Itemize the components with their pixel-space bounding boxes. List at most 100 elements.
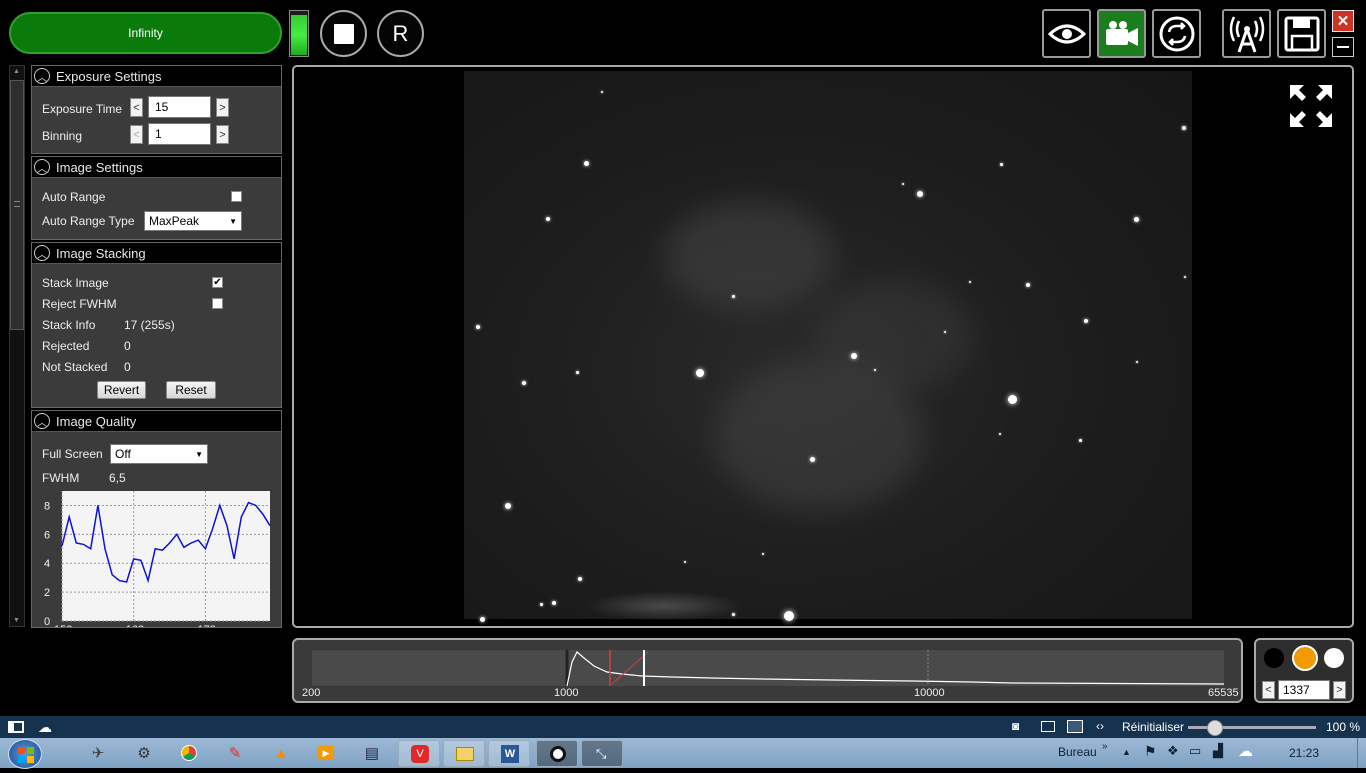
fwhm-label: FWHM xyxy=(42,471,80,485)
zoom-slider-thumb[interactable] xyxy=(1207,720,1223,736)
taskbar-item-camera-app[interactable] xyxy=(536,740,578,767)
code-icon[interactable]: ‹› xyxy=(1096,719,1104,733)
clock[interactable]: 21:23 xyxy=(1289,746,1319,760)
not-stacked-value: 0 xyxy=(124,360,131,374)
preview-button[interactable] xyxy=(1042,9,1091,58)
flag-icon[interactable]: ⚑ xyxy=(1144,743,1157,760)
white-point-button[interactable] xyxy=(1324,648,1344,668)
close-button[interactable]: ✕ xyxy=(1332,10,1354,32)
star xyxy=(552,601,556,605)
stack-image-checkbox[interactable]: ✔ xyxy=(212,277,223,288)
mid-point-button[interactable] xyxy=(1292,645,1318,671)
taskbar-item-word[interactable]: W xyxy=(488,740,530,767)
window-icon[interactable] xyxy=(1041,721,1055,732)
stretch-value-input[interactable]: 1337 xyxy=(1278,680,1330,700)
media-player-icon[interactable]: ▶ xyxy=(313,742,339,764)
video-camera-icon xyxy=(1105,20,1138,46)
histogram-plot[interactable] xyxy=(312,650,1225,687)
vivaldi-icon: V xyxy=(411,745,429,763)
reset-button[interactable]: Reset xyxy=(166,381,216,399)
show-desktop-button[interactable] xyxy=(1357,738,1366,768)
value-decrease-button[interactable]: < xyxy=(1262,681,1275,699)
app-icon-editor[interactable]: ▤ xyxy=(359,742,385,764)
color-panel: < 1337 > xyxy=(1254,638,1354,703)
image-quality-header[interactable]: ︿ Image Quality xyxy=(32,411,281,432)
bureau-label[interactable]: Bureau xyxy=(1058,745,1097,759)
auto-range-checkbox[interactable] xyxy=(231,191,242,202)
power-icon[interactable]: ▭ xyxy=(1189,743,1201,759)
image-quality-title: Image Quality xyxy=(56,413,137,429)
system-strip: ☁ ◙ ‹› Réinitialiser 100 % xyxy=(0,716,1366,738)
star-field xyxy=(464,71,1192,622)
star xyxy=(969,281,971,283)
vlc-icon[interactable]: ▲ xyxy=(268,742,294,764)
auto-range-type-select[interactable]: MaxPeak ▼ xyxy=(144,211,242,231)
tray-expand-icon[interactable]: ▲ xyxy=(1122,747,1131,757)
binning-input[interactable]: 1 xyxy=(148,123,211,145)
cloud-icon[interactable]: ☁ xyxy=(38,719,52,736)
image-stacking-header[interactable]: ︿ Image Stacking xyxy=(32,243,281,264)
dropbox-icon[interactable]: ❖ xyxy=(1167,743,1179,759)
camera-image-view[interactable] xyxy=(292,65,1354,628)
reject-fwhm-checkbox[interactable] xyxy=(212,298,223,309)
scroll-down-icon: ▼ xyxy=(13,617,20,624)
not-stacked-label: Not Stacked xyxy=(42,360,108,374)
folder-icon xyxy=(456,747,474,761)
app-icon-satellite[interactable]: ✈ xyxy=(85,742,111,764)
exposure-time-decrease-button[interactable]: < xyxy=(130,98,143,117)
desktop-icon[interactable] xyxy=(8,721,24,733)
auto-range-label: Auto Range xyxy=(42,190,106,204)
taskbar-item-vivaldi[interactable]: V xyxy=(398,740,440,767)
auto-range-type-value: MaxPeak xyxy=(149,214,200,228)
loop-button[interactable] xyxy=(1152,9,1201,58)
rejected-value: 0 xyxy=(124,339,131,353)
full-screen-label: Full Screen xyxy=(42,447,103,461)
stop-button[interactable] xyxy=(320,10,367,57)
star xyxy=(944,331,946,333)
exposure-time-increase-button[interactable]: > xyxy=(216,98,229,117)
network-icon[interactable]: ▟ xyxy=(1213,743,1223,759)
value-increase-button[interactable]: > xyxy=(1333,681,1346,699)
image-stacking-title: Image Stacking xyxy=(56,245,146,261)
binning-decrease-button[interactable]: < xyxy=(130,125,143,144)
word-icon: W xyxy=(501,745,519,763)
minimize-button[interactable] xyxy=(1332,37,1354,57)
camera-icon[interactable]: ◙ xyxy=(1012,719,1019,733)
histogram-panel: 200 1000 10000 65535 xyxy=(292,638,1243,703)
image-icon[interactable] xyxy=(1067,720,1083,733)
image-settings-header[interactable]: ︿ Image Settings xyxy=(32,157,281,178)
star xyxy=(732,295,735,298)
full-screen-select[interactable]: Off ▼ xyxy=(110,444,208,464)
star xyxy=(1134,217,1139,222)
app-icon-paint[interactable]: ✎ xyxy=(222,742,248,764)
infinity-button[interactable]: Infinity xyxy=(9,12,282,54)
binning-increase-button[interactable]: > xyxy=(216,125,229,144)
toolbar-expand-icon[interactable]: » xyxy=(1102,741,1108,752)
taskbar-item-explorer[interactable] xyxy=(443,740,485,767)
star xyxy=(762,553,764,555)
chart-y-tick-label: 8 xyxy=(44,500,50,512)
onedrive-icon[interactable]: ☁ xyxy=(1238,742,1253,760)
start-button[interactable] xyxy=(8,739,42,769)
stop-icon xyxy=(333,23,354,44)
chrome-icon[interactable] xyxy=(176,742,202,764)
taskbar-item-app[interactable]: ⤡ xyxy=(581,740,623,767)
reinitialiser-label[interactable]: Réinitialiser xyxy=(1122,720,1184,734)
remote-button[interactable] xyxy=(1222,9,1271,58)
app-icon-gear[interactable]: ⚙ xyxy=(131,742,157,764)
r-button[interactable]: R xyxy=(377,10,424,57)
revert-button[interactable]: Revert xyxy=(97,381,146,399)
black-point-button[interactable] xyxy=(1264,648,1284,668)
fullscreen-expand-icon[interactable] xyxy=(1288,83,1334,129)
auto-range-type-label: Auto Range Type xyxy=(42,214,135,228)
exposure-time-input[interactable]: 15 xyxy=(148,96,211,118)
rejected-label: Rejected xyxy=(42,339,90,353)
star xyxy=(576,371,579,374)
histogram-label-1000: 1000 xyxy=(554,687,579,699)
star xyxy=(1136,361,1138,363)
antenna-icon xyxy=(1229,15,1264,52)
save-button[interactable] xyxy=(1277,9,1326,58)
record-video-button[interactable] xyxy=(1097,9,1146,58)
exposure-settings-header[interactable]: ︿ Exposure Settings xyxy=(32,66,281,87)
scrollbar-thumb[interactable] xyxy=(10,80,24,330)
